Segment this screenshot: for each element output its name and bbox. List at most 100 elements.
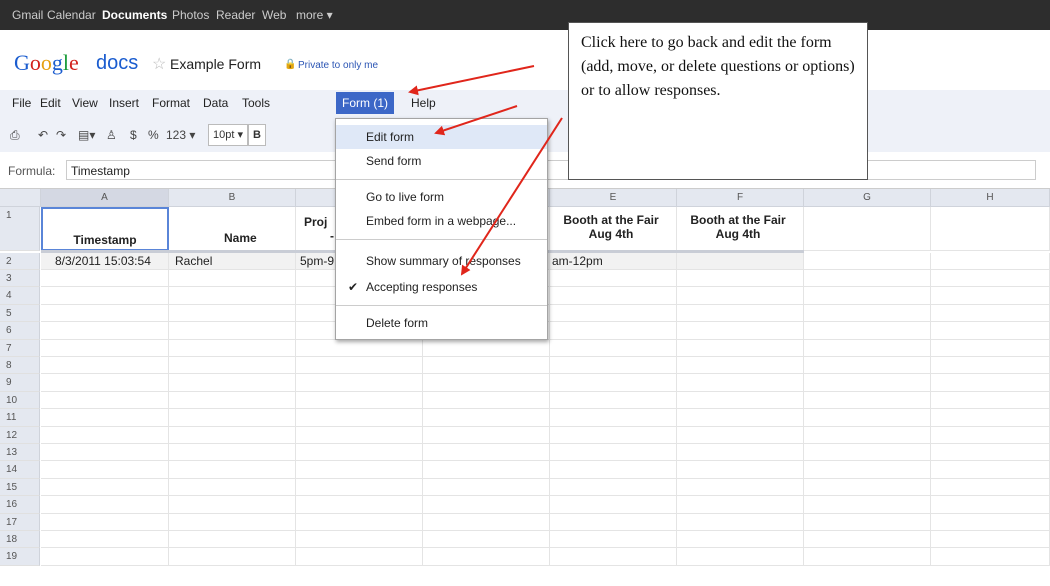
- empty-cell[interactable]: [169, 461, 296, 479]
- menu-insert[interactable]: Insert: [109, 96, 139, 110]
- document-title[interactable]: Example Form: [170, 56, 261, 72]
- empty-cell[interactable]: [423, 426, 550, 444]
- empty-cell[interactable]: [550, 322, 677, 340]
- empty-cell[interactable]: [296, 391, 423, 410]
- empty-cell[interactable]: [804, 444, 931, 462]
- column-header-a[interactable]: A: [41, 189, 169, 207]
- row-header-10[interactable]: 10: [0, 391, 40, 410]
- data-cell-f2[interactable]: [677, 253, 804, 270]
- empty-cell[interactable]: [931, 391, 1050, 410]
- empty-cell[interactable]: [41, 357, 169, 375]
- empty-cell[interactable]: [296, 357, 423, 375]
- empty-cell[interactable]: [423, 374, 550, 392]
- column-header-g[interactable]: G: [804, 189, 931, 207]
- empty-cell[interactable]: [677, 444, 804, 462]
- empty-cell[interactable]: [677, 391, 804, 410]
- menu-view[interactable]: View: [72, 96, 98, 110]
- empty-cell[interactable]: [804, 531, 931, 549]
- empty-cell[interactable]: [804, 461, 931, 479]
- empty-cell[interactable]: [677, 531, 804, 549]
- empty-cell[interactable]: [804, 270, 931, 288]
- empty-cell[interactable]: [931, 461, 1050, 479]
- empty-cell[interactable]: [804, 322, 931, 340]
- menu-data[interactable]: Data: [203, 96, 228, 110]
- more-menu[interactable]: more ▾: [296, 8, 333, 22]
- empty-cell[interactable]: [931, 322, 1050, 340]
- header-cell-timestamp[interactable]: Timestamp: [41, 207, 169, 251]
- empty-cell[interactable]: [804, 548, 931, 566]
- empty-cell[interactable]: [931, 357, 1050, 375]
- documents-link[interactable]: Documents: [102, 8, 167, 22]
- menu-item-delete-form[interactable]: Delete form: [336, 311, 547, 335]
- empty-cell[interactable]: [296, 496, 423, 514]
- menu-format[interactable]: Format: [152, 96, 190, 110]
- menu-item-embed-form[interactable]: Embed form in a webpage...: [336, 209, 547, 233]
- empty-cell[interactable]: [41, 270, 169, 288]
- row-header-19[interactable]: 19: [0, 548, 40, 566]
- row-header-15[interactable]: 15: [0, 478, 40, 497]
- empty-cell[interactable]: [169, 287, 296, 305]
- data-cell-g2[interactable]: [804, 253, 931, 270]
- column-header-b[interactable]: B: [169, 189, 296, 207]
- empty-cell[interactable]: [677, 287, 804, 305]
- empty-cell[interactable]: [550, 444, 677, 462]
- empty-cell[interactable]: [41, 409, 169, 427]
- menu-item-accepting-responses[interactable]: ✔ Accepting responses: [336, 275, 547, 299]
- empty-cell[interactable]: [677, 461, 804, 479]
- row-header-13[interactable]: 13: [0, 444, 40, 462]
- row-header-18[interactable]: 18: [0, 531, 40, 549]
- empty-cell[interactable]: [423, 513, 550, 531]
- empty-cell[interactable]: [423, 409, 550, 427]
- menu-form[interactable]: Form (1): [336, 92, 394, 114]
- header-cell-f[interactable]: Booth at the Fair Aug 4th: [677, 207, 804, 251]
- empty-cell[interactable]: [931, 270, 1050, 288]
- empty-cell[interactable]: [296, 426, 423, 444]
- empty-cell[interactable]: [931, 513, 1050, 531]
- data-cell-a2[interactable]: 8/3/2011 15:03:54: [41, 253, 169, 270]
- empty-cell[interactable]: [423, 496, 550, 514]
- empty-cell[interactable]: [423, 478, 550, 497]
- undo-icon[interactable]: ↶: [38, 128, 48, 142]
- empty-cell[interactable]: [677, 322, 804, 340]
- bold-button[interactable]: B: [248, 124, 266, 146]
- empty-cell[interactable]: [931, 496, 1050, 514]
- row-header-14[interactable]: 14: [0, 461, 40, 479]
- empty-cell[interactable]: [804, 374, 931, 392]
- currency-format-button[interactable]: $: [130, 128, 137, 142]
- empty-cell[interactable]: [41, 444, 169, 462]
- empty-cell[interactable]: [41, 322, 169, 340]
- empty-cell[interactable]: [550, 357, 677, 375]
- empty-cell[interactable]: [423, 339, 550, 357]
- empty-cell[interactable]: [931, 531, 1050, 549]
- empty-cell[interactable]: [550, 461, 677, 479]
- row-header-12[interactable]: 12: [0, 426, 40, 444]
- empty-cell[interactable]: [296, 548, 423, 566]
- empty-cell[interactable]: [169, 426, 296, 444]
- empty-cell[interactable]: [169, 374, 296, 392]
- empty-cell[interactable]: [677, 513, 804, 531]
- empty-cell[interactable]: [804, 478, 931, 497]
- empty-cell[interactable]: [550, 409, 677, 427]
- empty-cell[interactable]: [41, 391, 169, 410]
- empty-cell[interactable]: [41, 287, 169, 305]
- docs-product-name[interactable]: docs: [96, 52, 138, 75]
- empty-cell[interactable]: [550, 287, 677, 305]
- empty-cell[interactable]: [804, 496, 931, 514]
- empty-cell[interactable]: [296, 339, 423, 357]
- font-size-dropdown[interactable]: 10pt ▾: [208, 124, 248, 146]
- empty-cell[interactable]: [550, 391, 677, 410]
- empty-cell[interactable]: [41, 513, 169, 531]
- empty-cell[interactable]: [41, 461, 169, 479]
- empty-cell[interactable]: [931, 426, 1050, 444]
- empty-cell[interactable]: [169, 339, 296, 357]
- empty-cell[interactable]: [550, 548, 677, 566]
- formula-input[interactable]: Timestamp: [66, 160, 1036, 180]
- empty-cell[interactable]: [931, 478, 1050, 497]
- empty-cell[interactable]: [804, 409, 931, 427]
- menu-item-go-to-live-form[interactable]: Go to live form: [336, 185, 547, 209]
- empty-cell[interactable]: [804, 304, 931, 323]
- empty-cell[interactable]: [550, 374, 677, 392]
- data-cell-b2[interactable]: Rachel: [169, 253, 296, 270]
- empty-cell[interactable]: [804, 426, 931, 444]
- empty-cell[interactable]: [423, 461, 550, 479]
